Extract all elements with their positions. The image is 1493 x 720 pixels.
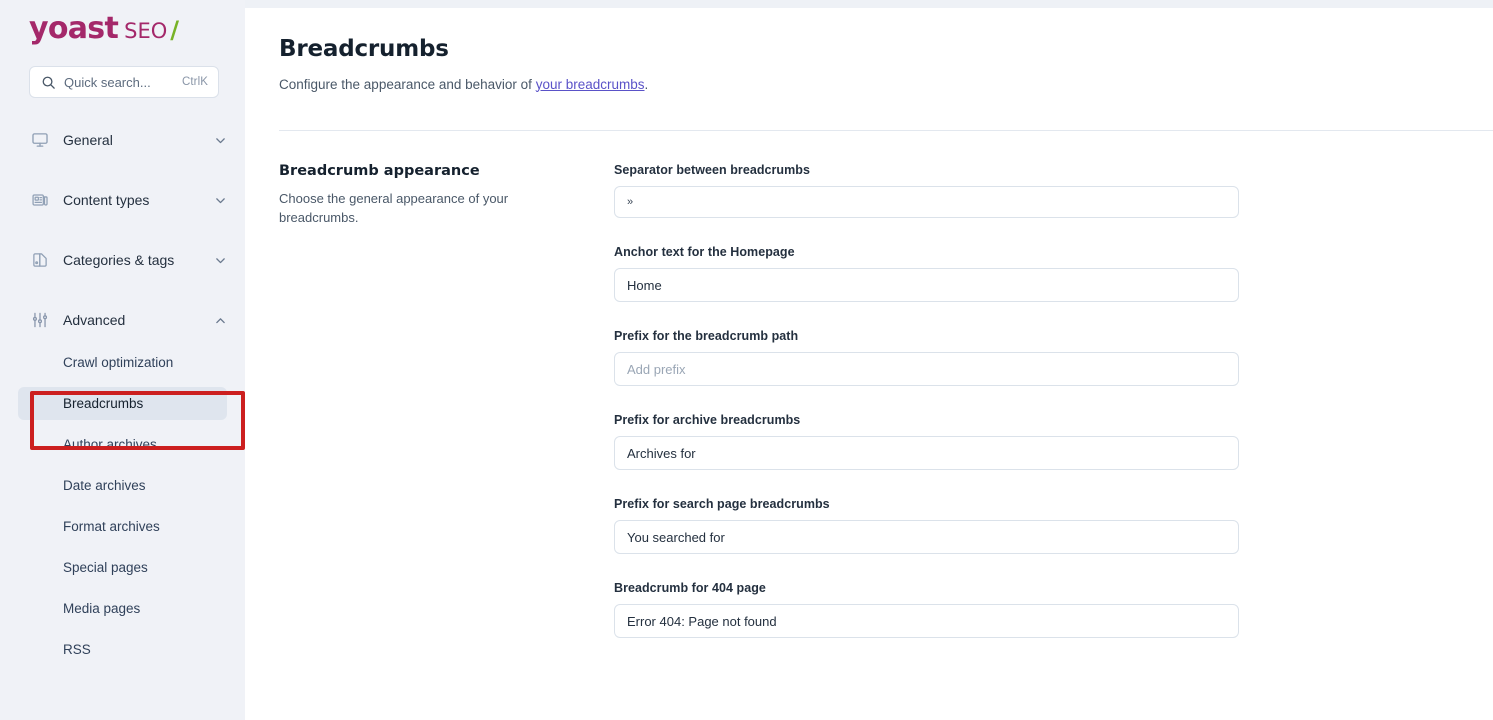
section-subheading: Choose the general appearance of your br… xyxy=(279,190,586,228)
sidebar-item-advanced-label: Advanced xyxy=(63,312,214,328)
sidebar-item-author-archives[interactable]: Author archives xyxy=(18,428,227,461)
field-search-prefix-label: Prefix for search page breadcrumbs xyxy=(614,497,1239,511)
field-archive-prefix-label: Prefix for archive breadcrumbs xyxy=(614,413,1239,427)
logo-slash-icon: / xyxy=(170,18,179,42)
breadcrumb-path-prefix-input[interactable] xyxy=(614,352,1239,386)
nav-spacer xyxy=(0,220,245,240)
archive-prefix-input[interactable] xyxy=(614,436,1239,470)
chevron-down-icon xyxy=(214,254,227,267)
nav-spacer xyxy=(0,160,245,180)
sidebar-item-media-pages[interactable]: Media pages xyxy=(18,592,227,625)
field-separator-label: Separator between breadcrumbs xyxy=(614,163,1239,177)
search-icon xyxy=(41,75,56,90)
search-input[interactable]: Quick search... xyxy=(64,75,174,90)
field-404-breadcrumb: Breadcrumb for 404 page xyxy=(614,581,1239,638)
field-separator: Separator between breadcrumbs xyxy=(614,163,1239,218)
field-path-prefix: Prefix for the breadcrumb path xyxy=(614,329,1239,386)
top-strip xyxy=(245,0,1493,8)
sidebar-item-rss[interactable]: RSS xyxy=(18,633,227,666)
field-search-prefix: Prefix for search page breadcrumbs xyxy=(614,497,1239,554)
search-page-prefix-input[interactable] xyxy=(614,520,1239,554)
section-description: Breadcrumb appearance Choose the general… xyxy=(279,163,614,638)
sidebar-nav: General xyxy=(0,120,245,666)
tag-page-icon xyxy=(29,251,51,269)
monitor-icon xyxy=(29,131,51,149)
main-content: Breadcrumbs Configure the appearance and… xyxy=(245,0,1493,720)
section-form: Separator between breadcrumbs Anchor tex… xyxy=(614,163,1239,638)
breadcrumb-404-input[interactable] xyxy=(614,604,1239,638)
sidebar-item-categories-tags-label: Categories & tags xyxy=(63,252,214,268)
logo-text-yoast: yoast xyxy=(29,14,118,44)
app-root: yoast SEO / Quick search... CtrlK xyxy=(0,0,1493,720)
chevron-down-icon xyxy=(214,134,227,147)
page-description-period: . xyxy=(645,77,649,92)
newspaper-icon xyxy=(29,191,51,209)
sidebar-item-general-label: General xyxy=(63,132,214,148)
page-description: Configure the appearance and behavior of… xyxy=(279,77,1493,92)
sidebar-item-crawl-optimization[interactable]: Crawl optimization xyxy=(18,346,227,379)
sliders-icon xyxy=(29,311,51,329)
sidebar-item-content-types[interactable]: Content types xyxy=(0,180,245,220)
sidebar-item-categories-tags[interactable]: Categories & tags xyxy=(0,240,245,280)
chevron-down-icon xyxy=(214,194,227,207)
sidebar: yoast SEO / Quick search... CtrlK xyxy=(0,0,245,720)
quick-search-box[interactable]: Quick search... CtrlK xyxy=(29,66,219,98)
breadcrumb-appearance-section: Breadcrumb appearance Choose the general… xyxy=(245,131,1493,638)
sidebar-item-general[interactable]: General xyxy=(0,120,245,160)
field-archive-prefix: Prefix for archive breadcrumbs xyxy=(614,413,1239,470)
home-anchor-text-input[interactable] xyxy=(614,268,1239,302)
sidebar-item-content-types-label: Content types xyxy=(63,192,214,208)
logo-wrap: yoast SEO / xyxy=(0,0,245,66)
sidebar-item-breadcrumbs[interactable]: Breadcrumbs xyxy=(18,387,227,420)
nav-spacer xyxy=(0,280,245,300)
field-home-anchor: Anchor text for the Homepage xyxy=(614,245,1239,302)
sidebar-item-advanced[interactable]: Advanced xyxy=(0,300,245,340)
field-path-prefix-label: Prefix for the breadcrumb path xyxy=(614,329,1239,343)
logo-text-seo: SEO xyxy=(124,21,167,42)
field-404-breadcrumb-label: Breadcrumb for 404 page xyxy=(614,581,1239,595)
page-description-text: Configure the appearance and behavior of xyxy=(279,77,536,92)
separator-input[interactable] xyxy=(614,186,1239,218)
yoast-seo-logo[interactable]: yoast SEO / xyxy=(29,14,245,44)
field-home-anchor-label: Anchor text for the Homepage xyxy=(614,245,1239,259)
advanced-submenu: Crawl optimization Breadcrumbs Author ar… xyxy=(0,346,245,666)
sidebar-item-date-archives[interactable]: Date archives xyxy=(18,469,227,502)
sidebar-item-special-pages[interactable]: Special pages xyxy=(18,551,227,584)
section-heading: Breadcrumb appearance xyxy=(279,163,586,179)
search-shortcut-hint: CtrlK xyxy=(182,76,208,88)
page-header: Breadcrumbs Configure the appearance and… xyxy=(245,8,1493,130)
page-title: Breadcrumbs xyxy=(279,36,1493,64)
chevron-up-icon xyxy=(214,314,227,327)
breadcrumbs-help-link[interactable]: your breadcrumbs xyxy=(536,77,645,92)
sidebar-item-format-archives[interactable]: Format archives xyxy=(18,510,227,543)
